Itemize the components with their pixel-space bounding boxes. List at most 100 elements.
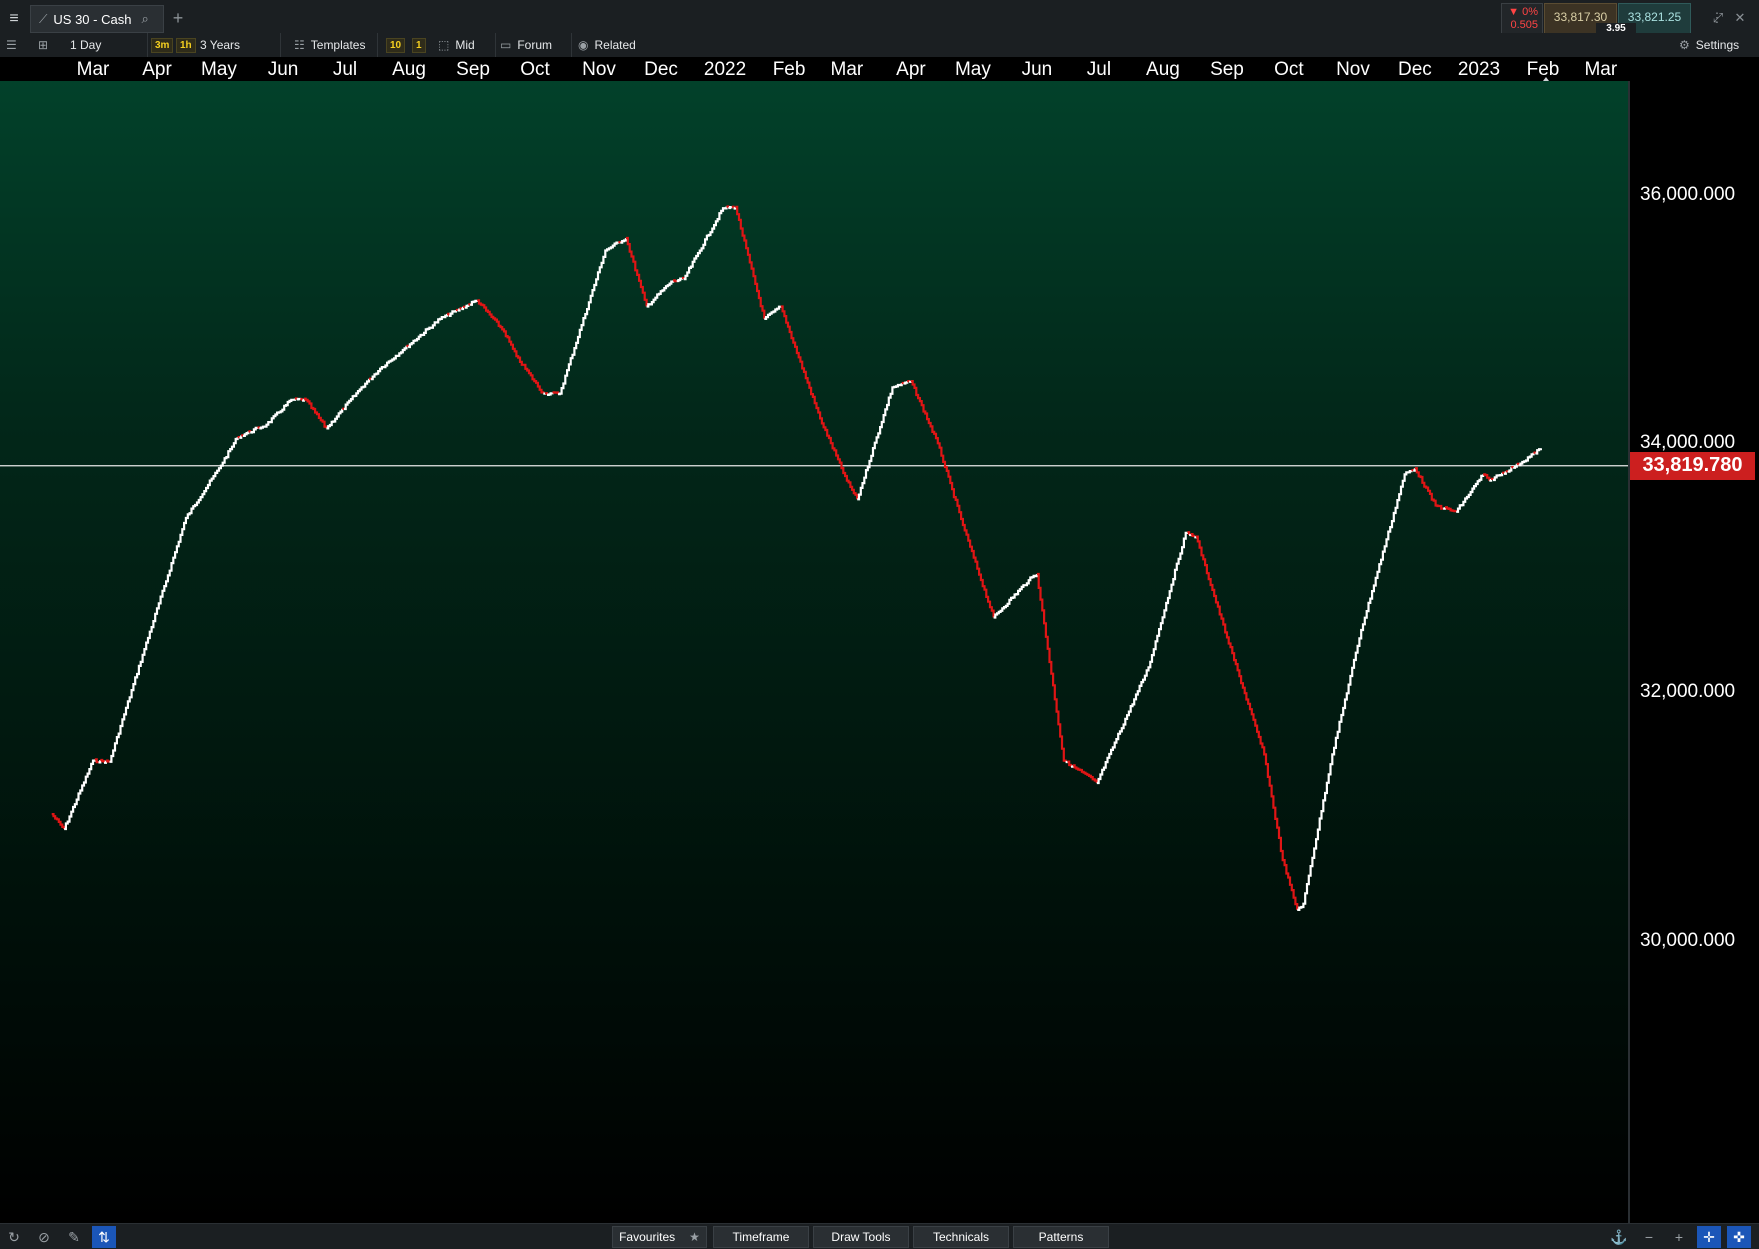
bid-price: 33,817.30 — [1553, 10, 1608, 24]
price-axis-label: 36,000.000 — [1640, 183, 1736, 205]
time-axis-label: Feb — [772, 59, 806, 80]
price-line-segment-down — [1491, 477, 1495, 480]
price-line-segment-down — [1483, 473, 1491, 481]
price-axis-label: 32,000.000 — [1640, 681, 1736, 703]
templates-button[interactable]: ☷ Templates — [294, 33, 378, 57]
current-price-label: 33,819.780 — [1630, 451, 1755, 480]
expand-icon[interactable]: ⤢ — [1709, 8, 1727, 28]
clear-drawings-icon[interactable]: ⊘ — [32, 1226, 56, 1248]
price-line-segment-down — [257, 426, 261, 429]
related-button[interactable]: ◉ Related — [578, 33, 658, 57]
price-line-segment-down — [1036, 572, 1067, 762]
time-axis-label: Oct — [520, 59, 550, 80]
time-axis-label: Jul — [332, 59, 358, 80]
forum-label: Forum — [517, 38, 553, 52]
price-change-box: ▼ 0% 0.505 — [1501, 3, 1543, 34]
price-line-segment-down — [731, 205, 735, 209]
price-line-segment-down — [1067, 760, 1073, 767]
change-percent: ▼ 0% — [1508, 6, 1538, 18]
price-line-segment-up — [470, 299, 479, 306]
time-axis-label: Sep — [456, 59, 490, 80]
favourite-interval-3m[interactable]: 3m — [151, 33, 174, 57]
crosshair-link-icon[interactable]: ⇅ — [92, 1226, 116, 1248]
price-line-segment-down — [369, 377, 372, 380]
tab-title: US 30 - Cash — [53, 11, 132, 27]
ask-price: 33,821.25 — [1627, 10, 1682, 24]
price-line-segment-down — [1414, 467, 1444, 510]
price-line-segment-down — [1445, 506, 1458, 513]
price-line-segment-down — [477, 299, 545, 394]
bottom-bar: ↻ ⊘ ✎ ⇅ Favourites ★ Timeframe Draw Tool… — [0, 1223, 1759, 1249]
time-axis-label: Oct — [1274, 59, 1304, 80]
template-badge-10[interactable]: 10 — [386, 33, 406, 57]
forum-button[interactable]: ▭ Forum — [500, 33, 572, 57]
favourites-tab[interactable]: Favourites ★ — [612, 1226, 707, 1248]
price-line-segment-up — [1518, 452, 1535, 467]
add-tab-button[interactable]: + — [168, 6, 188, 30]
chart-toolbar: ☰ ⊞ 1 Day 3m 1h 3 Years ☷ Templates 10 1… — [0, 33, 1759, 57]
time-axis-label: May — [201, 59, 237, 80]
price-line-segment-down — [1502, 471, 1506, 474]
time-axis[interactable]: Mar Apr May Jun Jul Aug Sep Oct Nov Dec 2022 Feb Mar… — [0, 57, 1759, 85]
timeframe-tab[interactable]: Timeframe — [713, 1226, 809, 1248]
price-line-segment-down — [455, 308, 459, 312]
price-line-segment-up — [1456, 474, 1485, 513]
zoom-out-icon[interactable]: − — [1637, 1226, 1661, 1248]
crosshair-icon[interactable]: ✛ — [1697, 1226, 1721, 1248]
related-label: Related — [594, 38, 636, 52]
price-line-segment-up — [243, 431, 250, 437]
tab-us30-cash[interactable]: ⟋ US 30 - Cash ⌕ — [30, 5, 164, 33]
time-axis-label: Nov — [582, 59, 616, 80]
time-axis-label: Mar — [1584, 59, 1618, 80]
price-line-segment-up — [1194, 536, 1198, 539]
menu-icon[interactable]: ≡ — [0, 0, 28, 37]
gear-icon: ⚙ — [1679, 38, 1690, 52]
price-line-segment-up — [764, 305, 782, 320]
settings-button[interactable]: ⚙ Settings — [1679, 33, 1759, 57]
list-view-icon[interactable]: ☰ — [6, 33, 26, 57]
change-absolute: 0.505 — [1510, 19, 1538, 31]
price-axis[interactable]: 36,000.000 34,000.000 32,000.000 30,000.000… — [1628, 81, 1759, 1223]
price-line-segment-down — [51, 813, 66, 829]
time-axis-label: Aug — [1146, 59, 1180, 80]
zoom-in-icon[interactable]: + — [1667, 1226, 1691, 1248]
price-line-segment-down — [780, 305, 859, 500]
price-type-mid-button[interactable]: ⬚ Mid — [438, 33, 496, 57]
technicals-tab[interactable]: Technicals — [913, 1226, 1009, 1248]
template-badge-1[interactable]: 1 — [412, 33, 426, 57]
layout-grid-icon[interactable]: ⊞ — [38, 33, 58, 57]
time-axis-label: Feb — [1526, 59, 1560, 80]
price-line-segment-down — [1196, 535, 1299, 910]
price-line-segment-down — [673, 279, 678, 283]
trading-chart-window: ≡ ⟋ US 30 - Cash ⌕ + ▼ 0% 0.505 33,817.3… — [0, 0, 1759, 1249]
close-icon[interactable]: ✕ — [1731, 8, 1749, 28]
time-axis-label: Apr — [142, 59, 172, 80]
time-axis-label: Nov — [1336, 59, 1370, 80]
price-line-segment-down — [907, 380, 911, 383]
price-line-segment-up — [326, 408, 344, 430]
price-line-segment-up — [558, 241, 620, 396]
search-icon[interactable]: ⌕ — [141, 11, 148, 27]
price-line-segment-up — [448, 310, 457, 317]
refresh-icon[interactable]: ↻ — [2, 1226, 26, 1248]
price-axis-label: 30,000.000 — [1640, 930, 1736, 951]
time-axis-label: 2023 — [1457, 59, 1501, 80]
eye-icon: ◉ — [578, 38, 589, 52]
interval-dropdown[interactable]: 1 Day — [64, 33, 148, 57]
price-line-chart[interactable] — [0, 81, 1628, 1223]
draw-tools-tab[interactable]: Draw Tools — [813, 1226, 909, 1248]
price-line-segment-down — [901, 381, 905, 385]
fit-chart-icon[interactable]: ✜ — [1727, 1226, 1751, 1248]
patterns-tab[interactable]: Patterns — [1013, 1226, 1109, 1248]
anchor-icon[interactable]: ⚓ — [1607, 1226, 1631, 1248]
price-line-segment-up — [620, 238, 627, 244]
price-line-segment-up — [64, 759, 96, 831]
favourite-interval-1h[interactable]: 1h — [176, 33, 196, 57]
pencil-icon[interactable]: ✎ — [62, 1226, 86, 1248]
price-line-segment-down — [625, 236, 648, 307]
time-axis-label: Jul — [1086, 59, 1112, 80]
range-dropdown[interactable]: 3 Years — [197, 33, 281, 57]
price-line-segment-up — [259, 398, 296, 430]
time-axis-label: Dec — [1398, 59, 1432, 80]
price-line-segment-down — [300, 398, 304, 401]
